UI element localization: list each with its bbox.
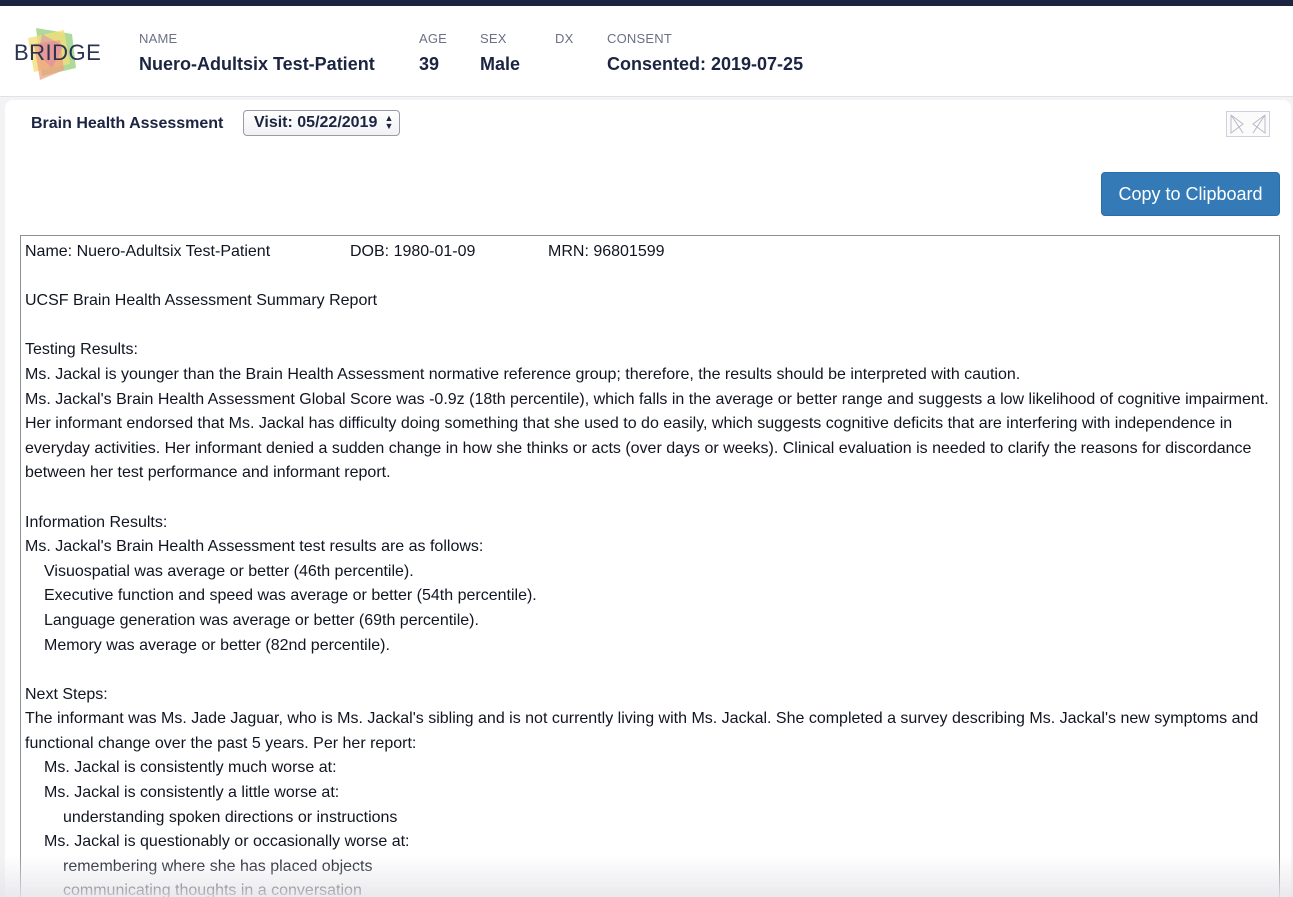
little-worse-heading: Ms. Jackal is consistently a little wors… xyxy=(44,784,340,802)
report-patient-name: Name: Nuero-Adultsix Test-Patient xyxy=(25,243,271,260)
header-field-age: AGE 39 xyxy=(419,31,447,75)
dx-label: DX xyxy=(555,31,574,46)
report-mrn: MRN: 96801599 xyxy=(548,243,665,260)
patient-sex: Male xyxy=(480,54,521,74)
list-item: Executive function and speed was average… xyxy=(44,587,537,605)
occasional-worse-heading: Ms. Jackal is questionably or occasional… xyxy=(44,833,410,851)
report-id-row: Name: Nuero-Adultsix Test-Patient DOB: 19… xyxy=(25,240,1279,265)
visit-select[interactable]: Visit: 05/22/2019 ▲ ▼ xyxy=(243,110,401,136)
report-dob: DOB: 1980-01-09 xyxy=(350,243,476,260)
name-label: NAME xyxy=(139,31,178,46)
logo-text: BRIDGE xyxy=(14,40,102,65)
report-title: UCSF Brain Health Assessment Summary Rep… xyxy=(25,292,378,310)
assessment-panel: Brain Health Assessment Visit: 05/22/201… xyxy=(5,100,1291,897)
information-heading: Information Results: xyxy=(25,513,168,531)
patient-age: 39 xyxy=(419,54,440,74)
consent-label: CONSENT xyxy=(607,31,672,46)
patient-header: BRIDGE NAME Nuero-Adultsix Test-Patient … xyxy=(0,6,1293,97)
list-item: communicating thoughts in a conversation xyxy=(63,882,362,897)
next-steps-heading: Next Steps: xyxy=(25,685,108,703)
updown-arrows-icon: ▲ ▼ xyxy=(384,113,394,131)
list-item: remembering where she has placed objects xyxy=(63,857,373,875)
next-steps-paragraph: The informant was Ms. Jade Jaguar, who i… xyxy=(25,710,1259,752)
visit-select-value: Visit: 05/22/2019 xyxy=(254,114,378,131)
list-item: Visuospatial was average or better (46th… xyxy=(44,562,414,580)
much-worse-heading: Ms. Jackal is consistently much worse at… xyxy=(44,759,337,777)
header-field-sex: SEX Male xyxy=(480,31,520,75)
sex-label: SEX xyxy=(480,31,507,46)
bridge-logo[interactable]: BRIDGE xyxy=(12,24,104,80)
header-field-consent: CONSENT Consented: 2019-07-25 xyxy=(607,31,803,75)
age-label: AGE xyxy=(419,31,448,46)
testing-heading: Testing Results: xyxy=(25,341,138,359)
consent-status: Consented: 2019-07-25 xyxy=(607,54,804,74)
testing-paragraph-2: Ms. Jackal's Brain Health Assessment Glo… xyxy=(25,390,1269,482)
header-field-dx: DX xyxy=(555,31,573,54)
information-intro: Ms. Jackal's Brain Health Assessment tes… xyxy=(25,538,484,556)
expand-icon[interactable] xyxy=(1226,111,1270,137)
patient-name: Nuero-Adultsix Test-Patient xyxy=(139,54,375,74)
testing-paragraph-1: Ms. Jackal is younger than the Brain Hea… xyxy=(25,365,1021,383)
list-item: understanding spoken directions or instr… xyxy=(63,808,398,826)
list-item: Memory was average or better (82nd perce… xyxy=(44,636,390,654)
panel-title: Brain Health Assessment xyxy=(31,115,224,132)
copy-to-clipboard-button[interactable]: Copy to Clipboard xyxy=(1101,172,1280,216)
list-item: Language generation was average or bette… xyxy=(44,611,479,629)
report-text-area[interactable]: Name: Nuero-Adultsix Test-Patient DOB: 19… xyxy=(20,235,1280,897)
header-field-name: NAME Nuero-Adultsix Test-Patient xyxy=(139,31,375,75)
